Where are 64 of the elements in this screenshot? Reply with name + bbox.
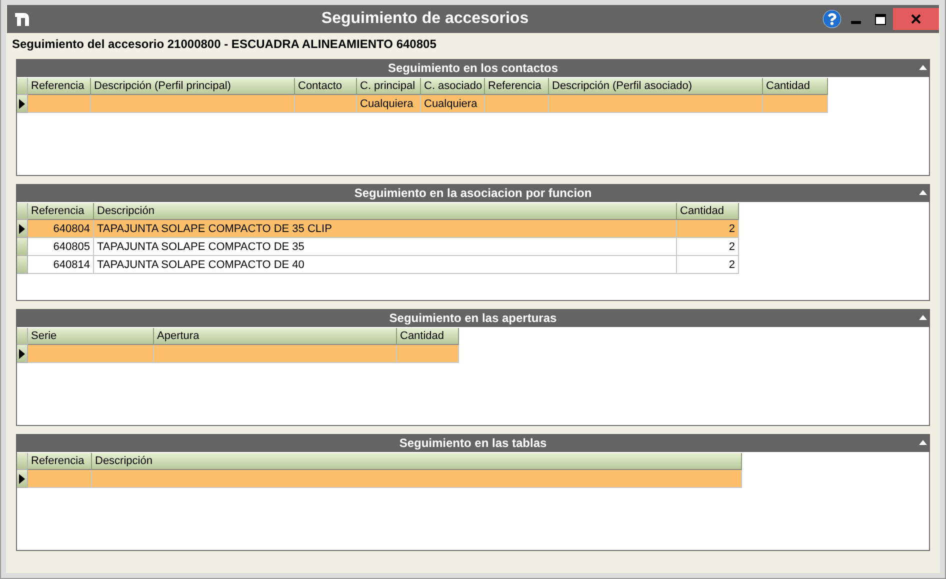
row-selector[interactable]: [17, 95, 28, 113]
collapse-toggle[interactable]: [919, 439, 927, 445]
collapse-toggle[interactable]: [919, 64, 927, 70]
collapse-icon: [919, 314, 927, 320]
table-cell: Cualquiera: [421, 95, 485, 113]
panel-title: Seguimiento en las tablas: [399, 436, 547, 450]
row-header-corner: [17, 203, 28, 220]
table-cell: TAPAJUNTA SOLAPE COMPACTO DE 35: [94, 238, 677, 256]
panel-title: Seguimiento en la asociacion por funcion: [354, 186, 592, 200]
collapse-icon: [919, 189, 927, 195]
table-cell: [295, 95, 357, 113]
current-row-icon: [19, 474, 25, 484]
column-header[interactable]: Referencia: [28, 203, 94, 220]
column-header[interactable]: Cantidad: [397, 328, 459, 345]
table-cell: 2: [677, 220, 739, 238]
column-header[interactable]: Serie: [28, 328, 154, 345]
row-selector[interactable]: [17, 345, 28, 363]
row-header-corner: [17, 328, 28, 345]
collapse-toggle[interactable]: [919, 314, 927, 320]
table-cell: 2: [677, 238, 739, 256]
table-cell: 2: [677, 256, 739, 274]
table-cell: [28, 470, 92, 488]
column-header[interactable]: C. principal: [357, 78, 421, 95]
collapse-icon: [919, 439, 927, 445]
column-header[interactable]: Descripción: [92, 453, 742, 470]
column-header[interactable]: Referencia: [28, 453, 92, 470]
table-cell: [28, 95, 91, 113]
column-header[interactable]: Contacto: [295, 78, 357, 95]
row-header-corner: [17, 78, 28, 95]
panel-title: Seguimiento en los contactos: [388, 61, 558, 75]
current-row-icon: [19, 224, 25, 234]
column-header[interactable]: Cantidad: [677, 203, 739, 220]
table-cell: TAPAJUNTA SOLAPE COMPACTO DE 40: [94, 256, 677, 274]
app-logo-icon: [13, 10, 31, 28]
column-header[interactable]: Referencia: [28, 78, 91, 95]
table-cell: 640814: [28, 256, 94, 274]
table-cell: [485, 95, 549, 113]
panel-title: Seguimiento en las aperturas: [389, 311, 557, 325]
column-header[interactable]: Descripción: [94, 203, 677, 220]
column-header[interactable]: Cantidad: [763, 78, 828, 95]
close-button[interactable]: [893, 8, 939, 30]
table-cell: [397, 345, 459, 363]
close-icon: [911, 14, 921, 24]
row-selector[interactable]: [17, 220, 28, 238]
table-cell: Cualquiera: [357, 95, 421, 113]
current-row-icon: [19, 348, 25, 358]
maximize-icon: [874, 14, 886, 24]
column-header[interactable]: C. asociado: [421, 78, 485, 95]
column-header[interactable]: Descripción (Perfil asociado): [549, 78, 763, 95]
window-title: Seguimiento de accesorios: [320, 10, 530, 28]
table-cell: 640805: [28, 238, 94, 256]
table-cell: 640804: [28, 220, 94, 238]
table-cell: TAPAJUNTA SOLAPE COMPACTO DE 35 CLIP: [94, 220, 677, 238]
current-row-icon: [19, 98, 25, 108]
collapse-icon: [919, 64, 927, 70]
column-header[interactable]: Apertura: [154, 328, 397, 345]
row-selector[interactable]: [17, 470, 28, 488]
accessory-heading: Seguimiento del accesorio 21000800 - ESCUADRA ALINEAMIENTO 640805: [11, 36, 438, 53]
collapse-toggle[interactable]: [919, 189, 927, 195]
row-header-corner: [17, 453, 28, 470]
column-header[interactable]: Descripción (Perfil principal): [91, 78, 295, 95]
minimize-icon: [851, 21, 861, 24]
table-cell: [763, 95, 828, 113]
column-header[interactable]: Referencia: [485, 78, 549, 95]
